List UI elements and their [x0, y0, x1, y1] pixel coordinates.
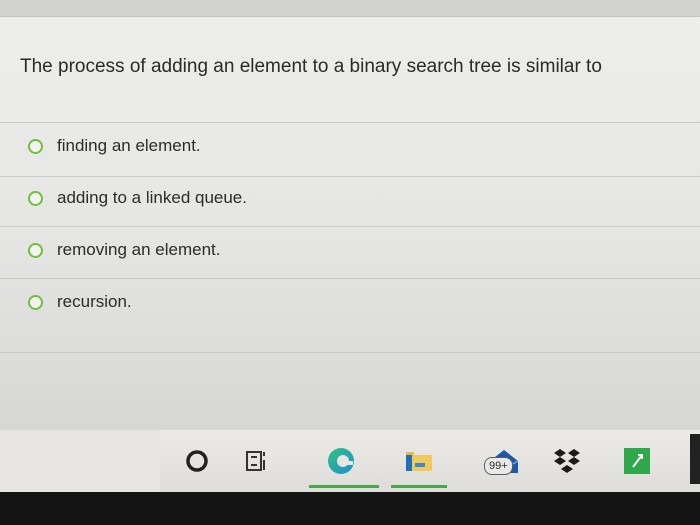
radio-button[interactable] — [28, 242, 43, 258]
mail-icon[interactable]: 99+ — [476, 446, 532, 476]
radio-button[interactable] — [28, 138, 43, 154]
file-explorer-icon[interactable] — [402, 446, 436, 476]
unread-count-badge: 99+ — [484, 457, 513, 475]
monitor-bezel — [0, 492, 700, 525]
app-green-icon[interactable] — [620, 446, 654, 476]
radio-button[interactable] — [28, 190, 43, 206]
option-removing-element[interactable]: removing an element. — [28, 235, 220, 265]
option-label: adding to a linked queue. — [57, 188, 247, 207]
option-label: finding an element. — [57, 136, 201, 155]
radio-button[interactable] — [28, 294, 43, 310]
divider — [0, 122, 700, 123]
active-app-indicator — [309, 485, 379, 488]
divider — [0, 226, 700, 227]
dropbox-icon[interactable] — [550, 446, 584, 476]
taskbar-search-area — [0, 430, 160, 492]
option-adding-linked-queue[interactable]: adding to a linked queue. — [28, 183, 247, 213]
option-label: removing an element. — [57, 240, 221, 259]
edge-browser-icon[interactable] — [324, 446, 358, 476]
divider — [0, 278, 700, 279]
option-label: recursion. — [57, 292, 132, 311]
divider — [0, 352, 700, 353]
top-strip — [0, 0, 700, 17]
cortana-icon[interactable] — [180, 446, 214, 476]
taskbar: 99+ — [0, 430, 700, 492]
active-app-indicator — [391, 485, 447, 488]
divider — [0, 176, 700, 177]
question-text: The process of adding an element to a bi… — [20, 56, 602, 77]
task-view-icon[interactable] — [242, 446, 276, 476]
taskbar-edge — [690, 434, 700, 484]
quiz-screen: The process of adding an element to a bi… — [0, 0, 700, 430]
option-recursion[interactable]: recursion. — [28, 287, 132, 317]
option-finding-element[interactable]: finding an element. — [28, 131, 201, 161]
